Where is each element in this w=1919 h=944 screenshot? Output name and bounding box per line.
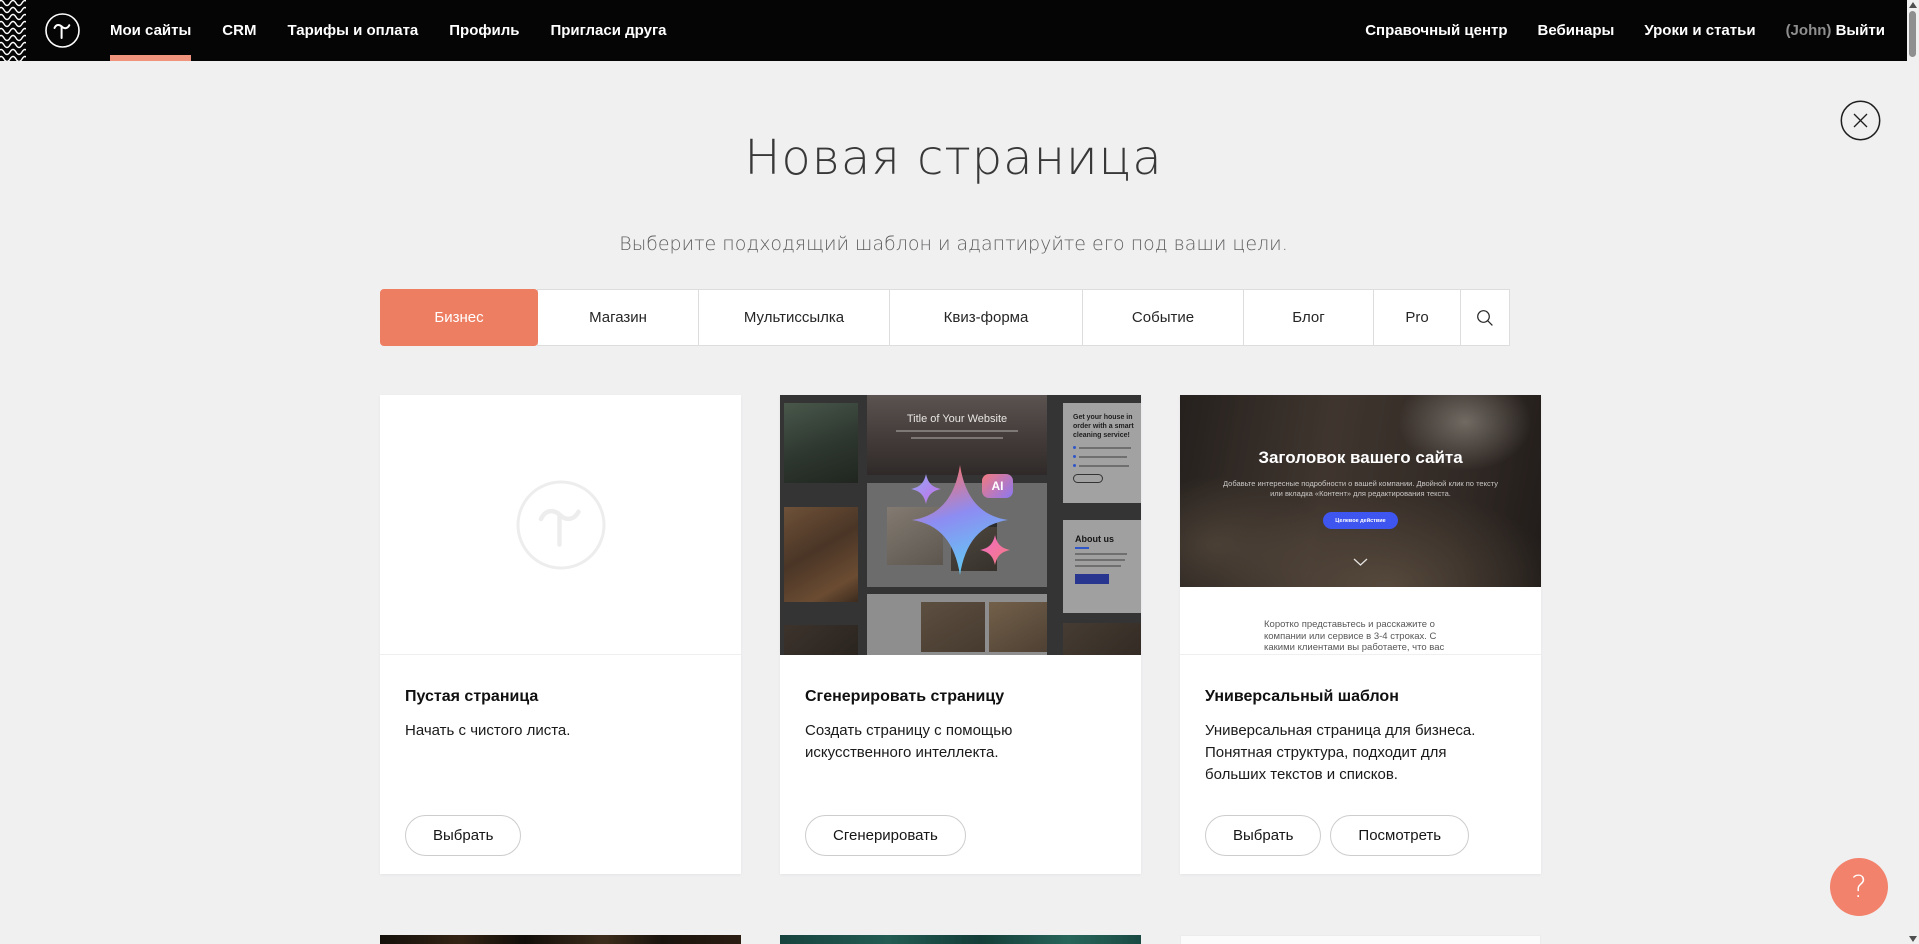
card-title: Сгенерировать страницу [805,688,1116,706]
search-icon [1476,309,1494,327]
tab-multilink[interactable]: Мультиссылка [698,289,890,346]
view-button[interactable]: Посмотреть [1330,815,1469,856]
search-tab[interactable] [1460,289,1510,346]
ai-sparkle-icon [780,395,1141,655]
tab-event[interactable]: Событие [1082,289,1244,346]
next-row-card-preview[interactable] [780,935,1141,944]
blank-page-preview [380,395,741,655]
nav-profile[interactable]: Профиль [449,0,519,61]
logout-label: Выйти [1836,22,1885,39]
help-button[interactable]: ? [1830,858,1888,916]
page-title: Новая страница [0,130,1907,186]
question-icon: ? [1851,870,1867,905]
template-hero-heading: Заголовок вашего сайта [1180,448,1541,468]
scroll-down-icon[interactable] [1909,936,1917,942]
top-navbar: Мои сайты CRM Тарифы и оплата Профиль Пр… [0,0,1907,61]
nav-invite-friend[interactable]: Пригласи друга [550,0,666,61]
generate-button[interactable]: Сгенерировать [805,815,966,856]
card-description: Универсальная страница для бизнеса. Поня… [1205,720,1510,786]
card-title: Универсальный шаблон [1205,688,1516,706]
tab-store[interactable]: Магазин [537,289,699,346]
nav-crm[interactable]: CRM [222,0,256,61]
secondary-menu: Справочный центр Вебинары Уроки и статьи… [1365,0,1885,61]
nav-webinars[interactable]: Вебинары [1538,0,1615,61]
card-body: Сгенерировать страницу Создать страницу … [780,655,1141,874]
template-cta-button: Целевое действие [1323,512,1398,529]
template-text-section: Коротко представьтесь и расскажите о ком… [1180,587,1541,655]
card-description: Создать страницу с помощью искусственног… [805,720,1110,764]
page-subtitle: Выберите подходящий шаблон и адаптируйте… [0,233,1907,255]
nav-help-center[interactable]: Справочный центр [1365,0,1507,61]
choose-button[interactable]: Выбрать [405,815,521,856]
template-paragraph: Коротко представьтесь и расскажите о ком… [1264,619,1464,655]
new-page-dialog: Мои сайты CRM Тарифы и оплата Профиль Пр… [0,0,1919,944]
ai-badge: AI [982,474,1013,498]
tab-quiz-form[interactable]: Квиз-форма [889,289,1083,346]
zigzag-pattern-icon [0,0,26,61]
universal-template-preview: Заголовок вашего сайта Добавьте интересн… [1180,395,1541,655]
chevron-down-icon [1353,558,1368,566]
scroll-up-icon[interactable] [1909,2,1917,8]
nav-my-sites[interactable]: Мои сайты [110,0,191,61]
card-body: Пустая страница Начать с чистого листа. … [380,655,741,874]
user-name: (John) [1786,22,1832,39]
scrollbar[interactable] [1907,0,1919,944]
nav-lessons[interactable]: Уроки и статьи [1644,0,1755,61]
card-description: Начать с чистого листа. [405,720,710,742]
tilda-logo-icon[interactable] [44,12,81,49]
template-category-tabs: Бизнес Магазин Мультиссылка Квиз-форма С… [380,289,1510,346]
card-title: Пустая страница [405,688,716,706]
nav-tariffs[interactable]: Тарифы и оплата [287,0,418,61]
template-card-ai-generate[interactable]: Title of Your Website Get your house in … [780,395,1141,874]
next-row-card-preview[interactable] [1180,935,1541,944]
template-hero-subtext: Добавьте интересные подробности о вашей … [1216,479,1505,499]
tab-pro[interactable]: Pro [1373,289,1461,346]
tab-business[interactable]: Бизнес [380,289,538,346]
nav-logout[interactable]: (John) Выйти [1786,0,1885,61]
template-card-blank-page[interactable]: Пустая страница Начать с чистого листа. … [380,395,741,874]
card-body: Универсальный шаблон Универсальная стран… [1180,655,1541,874]
template-card-universal[interactable]: Заголовок вашего сайта Добавьте интересн… [1180,395,1541,874]
main-menu: Мои сайты CRM Тарифы и оплата Профиль Пр… [110,0,667,61]
scrollbar-thumb[interactable] [1909,11,1916,57]
ai-collage-preview: Title of Your Website Get your house in … [780,395,1141,655]
next-row-card-preview[interactable] [380,935,741,944]
tilda-watermark-icon [513,477,609,573]
tab-blog[interactable]: Блог [1243,289,1374,346]
choose-button[interactable]: Выбрать [1205,815,1321,856]
